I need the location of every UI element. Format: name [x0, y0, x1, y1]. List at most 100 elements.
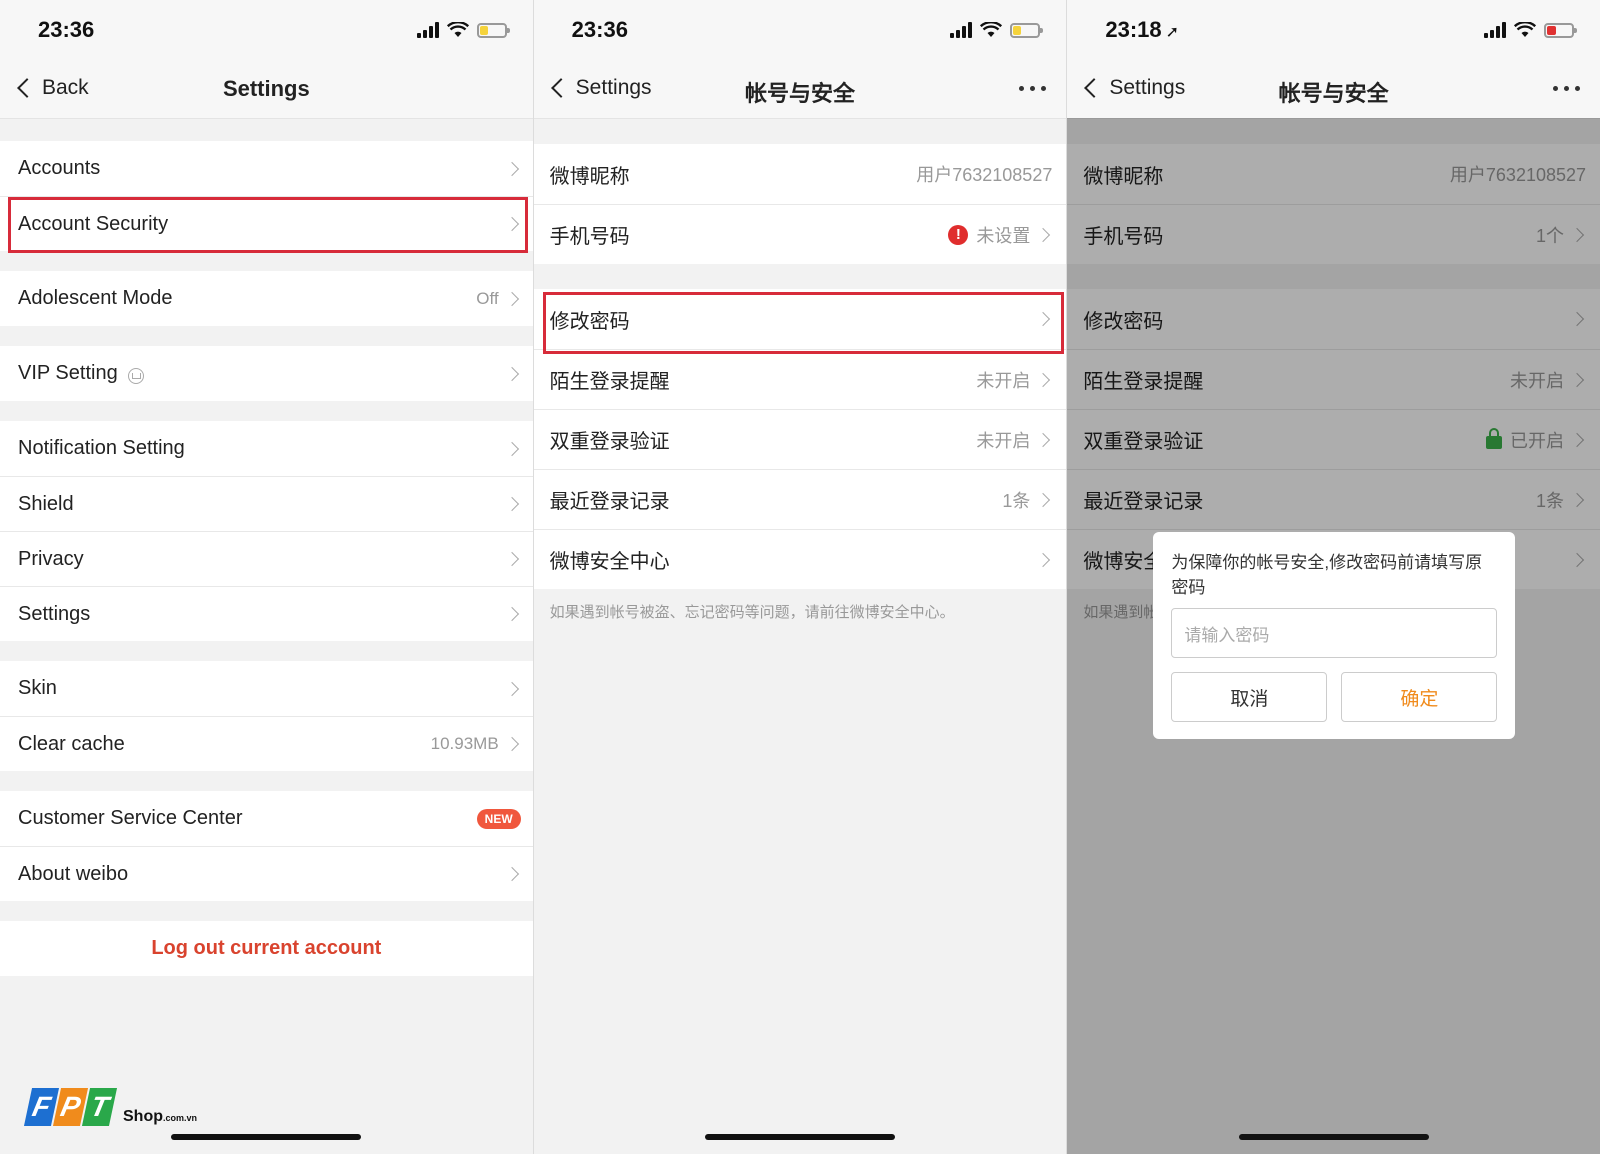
status-bar: 23:36 — [0, 0, 533, 62]
security-center-row[interactable]: 微博安全中心 — [533, 529, 1067, 589]
two-factor-row[interactable]: 双重登录验证 未开启 — [533, 409, 1067, 469]
chevron-right-icon — [504, 496, 519, 512]
row-label: 微博昵称 — [549, 165, 630, 188]
wifi-icon — [980, 22, 1003, 37]
page-title: 帐号与安全 — [1278, 81, 1389, 106]
new-badge: NEW — [476, 808, 521, 829]
settings-item-label: VIP Setting — [18, 362, 118, 384]
status-bar: 23:36 — [533, 0, 1067, 62]
row-label: 陌生登录提醒 — [549, 371, 670, 393]
row-label: 双重登录验证 — [549, 431, 670, 453]
settings-item-label: Privacy — [18, 547, 84, 570]
profile-group: 微博昵称 用户7632108527 手机号码! 未设置 — [533, 144, 1067, 264]
settings-group-support: Customer Service Center NEW About weibo — [0, 791, 533, 901]
home-indicator[interactable] — [171, 1134, 362, 1140]
battery-icon — [476, 23, 510, 38]
settings-item-settings[interactable]: Settings — [0, 586, 533, 641]
crown-icon — [127, 367, 144, 384]
password-placeholder: 请输入密码 — [1184, 625, 1270, 645]
fpt-shop-logo: F P T Shop.com.vn — [23, 1088, 198, 1126]
chevron-right-icon — [504, 366, 519, 381]
chevron-right-icon — [1036, 372, 1051, 387]
more-icon[interactable] — [1019, 86, 1047, 91]
settings-item-label: About weibo — [18, 862, 129, 885]
row-value: 未设置 — [976, 225, 1031, 246]
row-value: 用户7632108527 — [916, 165, 1053, 185]
location-arrow-icon: ➚ — [1165, 24, 1180, 41]
settings-item-label: Skin — [18, 677, 57, 699]
wifi-icon — [446, 22, 469, 37]
account-security-screen: 23:36 Settings 帐号与安全 微博昵称 用户7632108527 手机… — [532, 0, 1067, 1154]
phone-row[interactable]: 手机号码! 未设置 — [533, 204, 1067, 264]
logo-domain: .com.vn — [163, 1113, 198, 1123]
settings-item-label: Settings — [18, 602, 91, 625]
settings-item-notification[interactable]: Notification Setting — [0, 421, 533, 476]
chevron-right-icon — [504, 551, 519, 567]
settings-item-adolescent-mode[interactable]: Adolescent Mode Off — [0, 271, 533, 326]
row-label: 手机号码 — [549, 226, 630, 248]
status-bar: 23:18 ➚ — [1067, 0, 1600, 62]
login-alert-row[interactable]: 陌生登录提醒 未开启 — [533, 349, 1067, 409]
settings-item-value: Off — [476, 288, 499, 308]
settings-group-accounts: Accounts Account Security — [0, 141, 533, 251]
signal-icon — [416, 22, 439, 38]
home-indicator[interactable] — [705, 1134, 895, 1140]
settings-item-shield[interactable]: Shield — [0, 476, 533, 531]
settings-item-clear-cache[interactable]: Clear cache 10.93MB — [0, 716, 533, 771]
chevron-right-icon — [504, 291, 519, 306]
home-indicator[interactable] — [1238, 1134, 1429, 1140]
logout-group: Log out current account — [0, 921, 533, 976]
settings-group-vip: VIP Setting — [0, 346, 533, 401]
more-icon[interactable] — [1553, 86, 1581, 91]
settings-item-label: Account Security — [18, 212, 169, 235]
chevron-right-icon — [504, 866, 519, 882]
row-label: 微博安全中心 — [549, 551, 670, 573]
settings-item-privacy[interactable]: Privacy — [0, 531, 533, 586]
settings-item-about[interactable]: About weibo — [0, 846, 533, 901]
battery-charging-icon — [1544, 23, 1578, 38]
settings-group-appearance: Skin Clear cache 10.93MB — [0, 661, 533, 771]
status-time: 23:18 ➚ — [1105, 17, 1179, 43]
settings-item-customer-service[interactable]: Customer Service Center NEW — [0, 791, 533, 846]
page-title: 帐号与安全 — [745, 81, 856, 106]
wifi-icon — [1514, 22, 1537, 37]
settings-item-skin[interactable]: Skin — [0, 661, 533, 716]
settings-item-label: Customer Service Center — [18, 807, 243, 829]
settings-item-account-security[interactable]: Account Security — [0, 196, 533, 251]
chevron-right-icon — [1036, 227, 1051, 242]
settings-item-label: Shield — [18, 492, 74, 515]
status-time: 23:36 — [38, 17, 95, 42]
logout-button[interactable]: Log out current account — [0, 921, 533, 976]
chevron-right-icon — [1036, 492, 1051, 507]
chevron-right-icon — [1036, 311, 1051, 327]
confirm-button[interactable]: 确定 — [1341, 672, 1498, 722]
security-group: 修改密码 陌生登录提醒 未开启 双重登录验证 未开启 最近登录记录 1条 微博安全中心 — [533, 289, 1067, 589]
security-footnote: 如果遇到帐号被盗、忘记密码等问题，请前往微博安全中心。 — [549, 604, 955, 621]
page-title: Settings — [222, 76, 310, 101]
settings-item-vip-setting[interactable]: VIP Setting — [0, 346, 533, 401]
settings-group-general: Notification Setting Shield Privacy Sett… — [0, 421, 533, 641]
chevron-right-icon — [504, 161, 519, 176]
nickname-row[interactable]: 微博昵称 用户7632108527 — [534, 144, 1067, 204]
logo-letter: T — [81, 1088, 118, 1126]
nav-bar: Settings 帐号与安全 — [1067, 62, 1600, 119]
row-value: 未开启 — [976, 430, 1031, 451]
settings-item-label: Adolescent Mode — [18, 287, 173, 309]
row-label: 最近登录记录 — [549, 491, 670, 513]
chevron-right-icon — [504, 606, 519, 622]
dialog-message: 为保障你的帐号安全,修改密码前请填写原密码 — [1171, 553, 1483, 597]
cancel-button[interactable]: 取消 — [1171, 672, 1328, 722]
change-password-row[interactable]: 修改密码 — [534, 289, 1067, 349]
password-input[interactable]: 请输入密码 — [1171, 608, 1498, 658]
chevron-right-icon — [504, 681, 519, 696]
account-security-dialog-screen: 23:18 ➚ Settings 帐号与安全 微博昵称 用户7632108527 手… — [1066, 0, 1600, 1154]
login-history-row[interactable]: 最近登录记录 1条 — [533, 469, 1067, 529]
settings-item-label: Clear cache — [18, 732, 125, 755]
password-dialog: 为保障你的帐号安全,修改密码前请填写原密码 请输入密码 取消 确定 — [1153, 532, 1516, 739]
row-value: 1条 — [1002, 490, 1031, 511]
settings-item-accounts[interactable]: Accounts — [0, 141, 533, 196]
chevron-right-icon — [1036, 432, 1051, 447]
settings-group-adolescent: Adolescent Mode Off — [0, 271, 533, 326]
chevron-right-icon — [504, 216, 519, 232]
settings-item-label: Notification Setting — [18, 437, 185, 459]
